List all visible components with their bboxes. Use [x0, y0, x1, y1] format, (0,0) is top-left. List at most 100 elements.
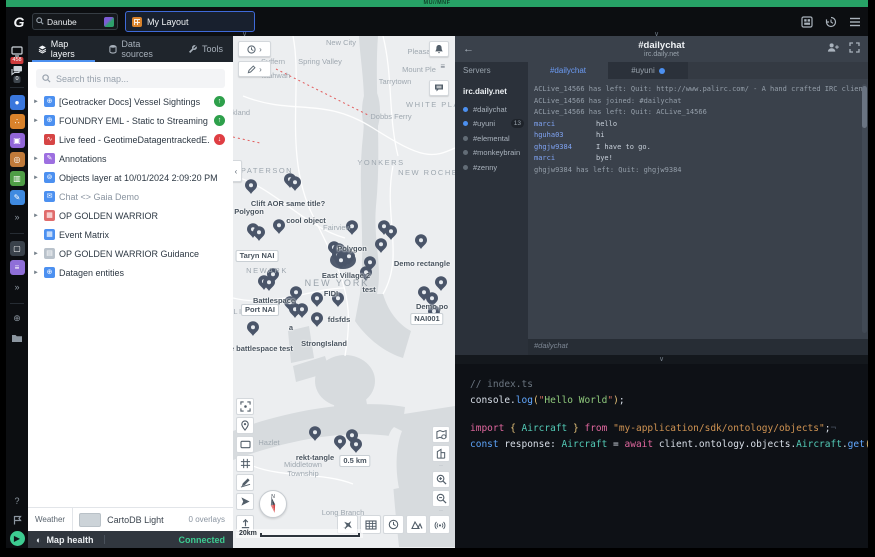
tab-map-layers[interactable]: Map layers — [28, 36, 99, 62]
layer-row[interactable]: ►▤OP GOLDEN WARRIOR Guidance — [28, 244, 233, 263]
panels-grid-button[interactable] — [799, 14, 814, 29]
channel-item[interactable]: #elemental — [455, 131, 528, 146]
channel-item[interactable]: #monkeybrain — [455, 146, 528, 161]
add-circle-icon[interactable]: ⊕ — [10, 311, 25, 326]
layer-status-up[interactable]: ↑ — [214, 96, 225, 107]
present-icon[interactable]: ▶ — [10, 531, 25, 546]
draw-freehand-button[interactable] — [236, 474, 254, 491]
stack-icon[interactable]: ≡ — [10, 260, 25, 275]
layer-row[interactable]: ►⊕FOUNDRY EML - Static to Streaming - 01… — [28, 111, 233, 130]
displays-icon[interactable]: 458 — [10, 44, 25, 59]
presence-icon[interactable]: ● — [10, 95, 25, 110]
expand-caret-icon[interactable]: ► — [32, 175, 40, 181]
layer-row[interactable]: ►✎Annotations — [28, 149, 233, 168]
tab-data-sources[interactable]: Data sources — [99, 36, 178, 62]
more-tools-icon[interactable]: » — [10, 209, 25, 224]
map-pin[interactable] — [247, 321, 259, 336]
map-pin[interactable] — [296, 303, 308, 318]
map-pin[interactable] — [332, 292, 344, 307]
map-pin[interactable] — [385, 225, 397, 240]
map-pin[interactable] — [415, 234, 427, 249]
messages-icon[interactable]: 0 — [10, 63, 25, 78]
expand-button[interactable] — [849, 40, 860, 58]
table-view-button[interactable] — [360, 515, 381, 534]
drop-pin-button[interactable] — [236, 417, 254, 434]
grid-button[interactable] — [236, 455, 254, 472]
message-log[interactable]: ACLive_14566 has left: Quit: http://www.… — [528, 79, 868, 339]
windows-icon[interactable]: ▢ — [10, 241, 25, 256]
layer-row[interactable]: ∿Live feed - GeotimeDatagentrackedE...↓ — [28, 130, 233, 149]
map-health-label[interactable]: Map health — [46, 535, 93, 545]
tab-dailychat[interactable]: #dailychat — [528, 62, 608, 79]
expand-caret-icon[interactable]: ► — [32, 251, 40, 257]
folder-icon[interactable] — [10, 330, 25, 345]
network-nodes-icon[interactable]: ∴ — [10, 114, 25, 129]
tab-tools[interactable]: Tools — [178, 36, 233, 62]
add-user-button[interactable] — [827, 40, 839, 58]
map-pin[interactable] — [435, 276, 447, 291]
time-button[interactable] — [383, 515, 404, 534]
buildings-button[interactable] — [432, 445, 450, 462]
draw-panel-button[interactable]: › — [238, 61, 271, 77]
map-pin[interactable] — [311, 312, 323, 327]
layer-row[interactable]: ✉Chat <> Gaia Demo — [28, 187, 233, 206]
channel-item[interactable]: #zenny — [455, 160, 528, 175]
message-input[interactable]: #dailychat — [528, 339, 568, 355]
map-pin[interactable] — [350, 438, 362, 453]
drag-handle-icon[interactable]: ≡ — [440, 63, 445, 71]
edit-tools-icon[interactable]: ✎ — [10, 190, 25, 205]
channel-item[interactable]: #dailychat — [455, 102, 528, 117]
map-pin[interactable] — [311, 292, 323, 307]
more-panels-icon[interactable]: » — [10, 279, 25, 294]
flip-layers-button[interactable] — [406, 515, 427, 534]
broadcast-button[interactable] — [429, 515, 450, 534]
notifications-button[interactable] — [429, 41, 449, 57]
layer-row[interactable]: ▦Event Matrix — [28, 225, 233, 244]
map-pin[interactable] — [426, 292, 438, 307]
map-pin[interactable] — [245, 179, 257, 194]
map-pin[interactable] — [346, 220, 358, 235]
weather-button[interactable]: Weather — [28, 508, 73, 531]
expand-caret-icon[interactable]: ► — [32, 156, 40, 162]
zoom-out-button[interactable] — [432, 490, 450, 507]
layer-status-up[interactable]: ↑ — [214, 115, 225, 126]
expand-caret-icon[interactable]: ► — [32, 213, 40, 219]
layer-row[interactable]: ►▦OP GOLDEN WARRIOR — [28, 206, 233, 225]
basemap-row[interactable]: Weather CartoDB Light 0 overlays — [28, 507, 233, 531]
collapse-panel-button[interactable]: ‹ — [233, 160, 242, 182]
code-editor[interactable]: // index.tsconsole.log("Hello World");im… — [455, 364, 868, 548]
list-menu-button[interactable] — [847, 14, 862, 29]
chat-scrollbar[interactable] — [862, 84, 867, 333]
playback-panel-button[interactable]: › — [238, 41, 271, 57]
compass[interactable]: N — [259, 490, 287, 518]
layer-row[interactable]: ►⊕[Geotracker Docs] Vessel Sightings↑ — [28, 92, 233, 111]
expand-caret-icon[interactable]: ► — [32, 99, 40, 105]
tab-uyuni[interactable]: #uyuni — [608, 62, 688, 79]
layer-status-down[interactable]: ↓ — [214, 134, 225, 145]
expand-caret-icon[interactable]: ► — [32, 118, 40, 124]
map-pin[interactable] — [253, 226, 265, 241]
global-search[interactable]: Danube — [32, 13, 118, 30]
layer-row[interactable]: ►⊕Datagen entities — [28, 263, 233, 282]
help-icon[interactable]: ? — [10, 493, 25, 508]
back-button[interactable]: ← — [463, 43, 479, 55]
channel-item[interactable]: #uyuni13 — [455, 117, 528, 132]
center-target-button[interactable] — [236, 398, 254, 415]
map-pin[interactable] — [334, 435, 346, 450]
draw-rectangle-button[interactable] — [236, 436, 254, 453]
map-pin[interactable] — [428, 305, 440, 320]
tab-servers[interactable]: Servers — [455, 62, 528, 79]
expand-caret-icon[interactable]: ► — [32, 270, 40, 276]
map-pin[interactable] — [273, 219, 285, 234]
inspect-icon[interactable]: ◎ — [10, 152, 25, 167]
map-pin[interactable] — [263, 276, 275, 291]
server-name[interactable]: irc.daily.net — [455, 85, 528, 102]
layer-row[interactable]: ►⊚Objects layer at 10/01/2024 2:09:20 PM — [28, 168, 233, 187]
history-button[interactable] — [823, 14, 838, 29]
flag-icon[interactable] — [10, 512, 25, 527]
measure-button[interactable] — [236, 493, 254, 510]
map-pin[interactable] — [289, 176, 301, 191]
comments-button[interactable] — [429, 80, 449, 96]
org-chart-icon[interactable]: ▥ — [10, 171, 25, 186]
basemap-settings-button[interactable] — [432, 426, 450, 443]
